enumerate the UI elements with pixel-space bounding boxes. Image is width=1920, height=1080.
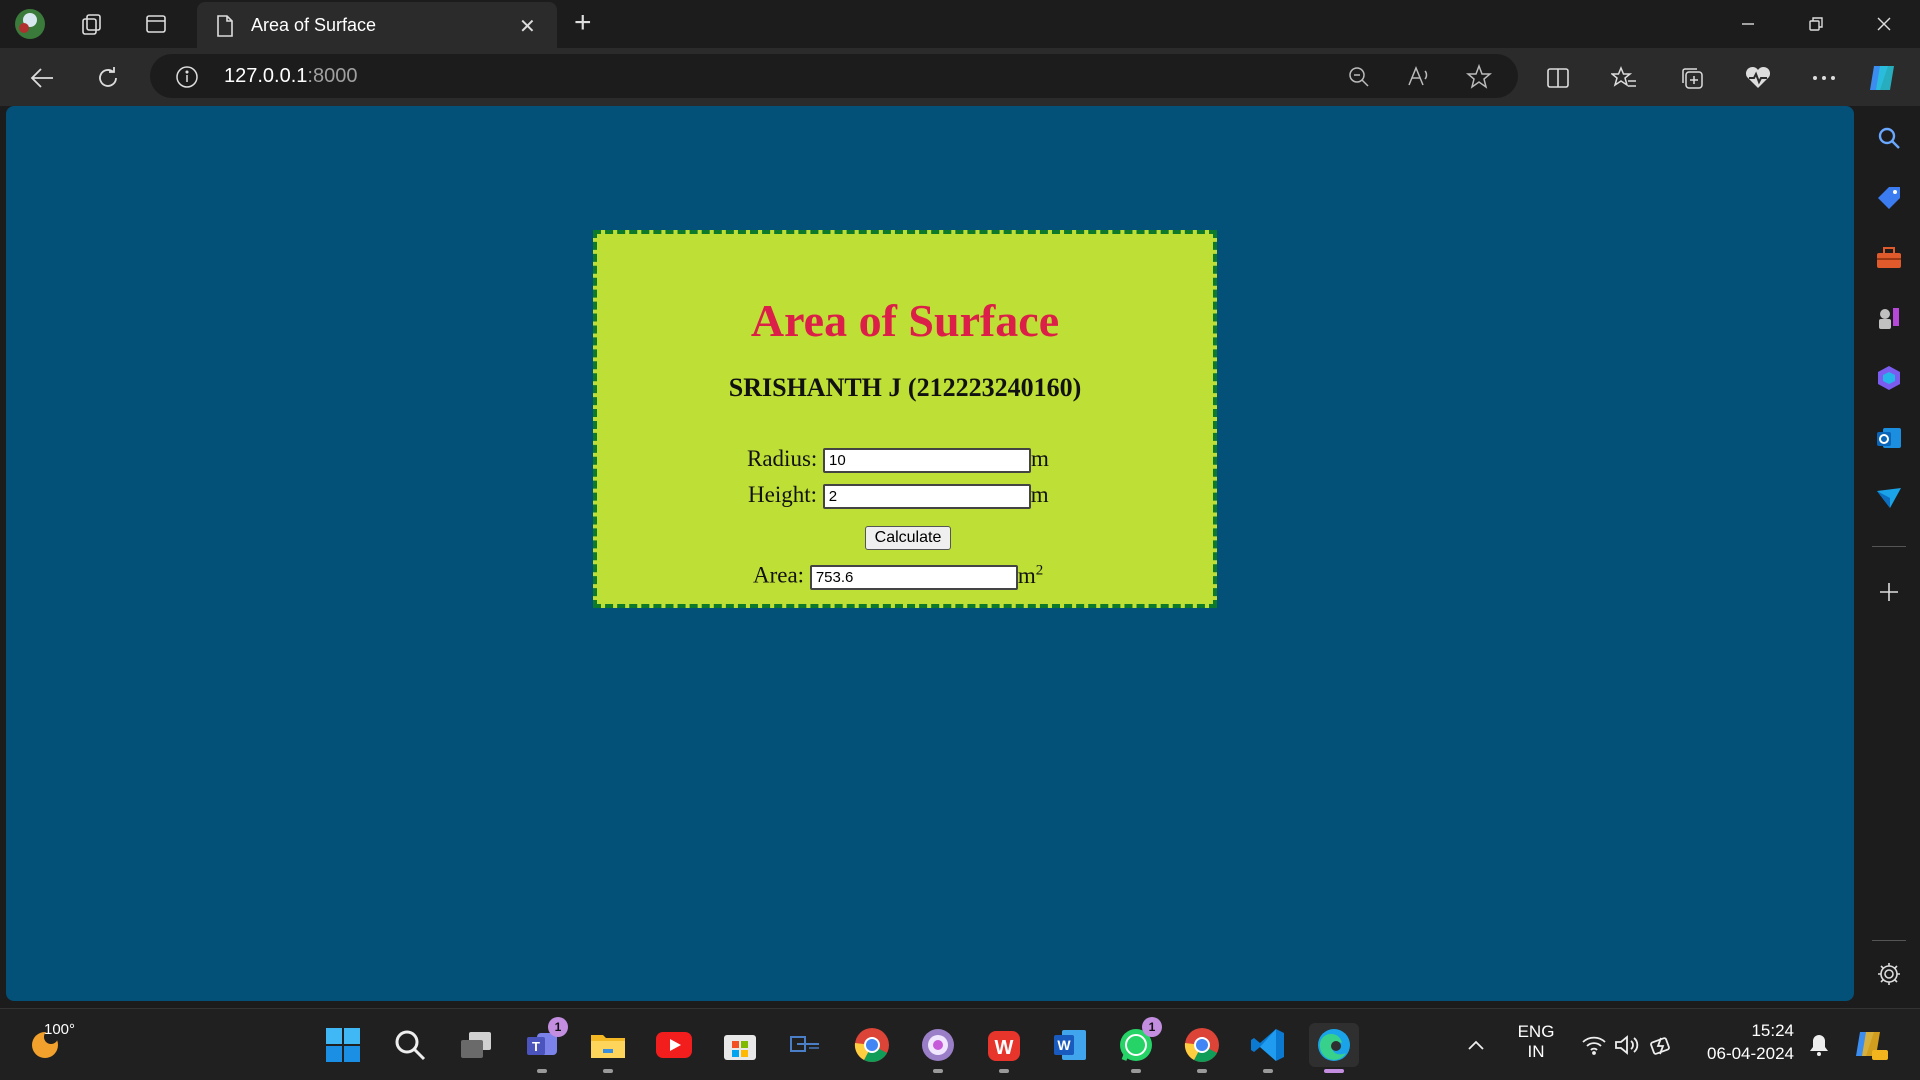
document-icon	[215, 14, 235, 43]
favorites-icon[interactable]	[1606, 60, 1642, 96]
split-screen-icon[interactable]	[1540, 60, 1576, 96]
copilot-icon[interactable]	[1866, 60, 1902, 96]
height-label: Height:	[748, 482, 817, 507]
chrome-icon[interactable]	[850, 1023, 894, 1067]
wps-office-icon[interactable]: W	[982, 1023, 1026, 1073]
zoom-out-icon[interactable]	[1346, 64, 1372, 90]
navigation-bar: 127.0.0.1:8000	[0, 48, 1920, 106]
remote-desktop-icon[interactable]	[784, 1023, 828, 1067]
area-unit: m2	[1017, 562, 1044, 588]
clock[interactable]: 15:24 06-04-2024	[1688, 1021, 1794, 1064]
running-indicator	[1197, 1069, 1207, 1073]
url-text[interactable]: 127.0.0.1:8000	[224, 65, 357, 88]
minimize-button[interactable]	[1718, 8, 1778, 40]
browser-essentials-icon[interactable]	[1740, 60, 1776, 96]
microsoft-store-icon[interactable]	[718, 1023, 762, 1067]
svg-text:W: W	[995, 1037, 1014, 1059]
running-indicator	[999, 1069, 1009, 1073]
area-row: Area: m2	[753, 562, 1043, 590]
running-indicator	[1131, 1069, 1141, 1073]
vertical-tabs-icon[interactable]	[140, 8, 172, 40]
teams-app-icon[interactable]: T 1	[520, 1017, 568, 1073]
sidebar-settings-gear-icon[interactable]	[1873, 958, 1905, 990]
notifications-bell-icon[interactable]	[1802, 1023, 1836, 1067]
radius-input[interactable]	[823, 448, 1032, 474]
show-hidden-icons-chevron-icon[interactable]	[1456, 1023, 1496, 1067]
close-tab-icon[interactable]: ✕	[519, 14, 536, 39]
taskbar-search-icon[interactable]	[388, 1023, 432, 1067]
radius-row: Radius: m	[747, 446, 1049, 474]
collections-icon[interactable]	[1674, 60, 1710, 96]
height-unit: m	[1030, 482, 1049, 507]
site-info-icon[interactable]	[174, 64, 200, 90]
svg-text:T: T	[532, 1039, 540, 1054]
outlook-icon[interactable]	[1873, 422, 1905, 454]
edge-browser-icon[interactable]	[1309, 1023, 1359, 1073]
chrome-profile-icon[interactable]	[1180, 1023, 1224, 1073]
restore-button[interactable]	[1786, 8, 1846, 40]
favorite-star-icon[interactable]	[1466, 64, 1492, 90]
copilot-taskbar-icon[interactable]	[1850, 1023, 1890, 1067]
file-explorer-icon[interactable]	[586, 1023, 630, 1073]
add-sidebar-app-icon[interactable]	[1873, 576, 1905, 608]
refresh-icon[interactable]	[90, 60, 126, 96]
send-drop-icon[interactable]	[1873, 482, 1905, 514]
tab-area-of-surface[interactable]: Area of Surface ✕	[197, 2, 557, 48]
browser-profile-app-icon[interactable]	[916, 1023, 960, 1073]
svg-text:W: W	[1057, 1037, 1071, 1053]
running-indicator	[1263, 1069, 1273, 1073]
more-options-icon[interactable]	[1806, 60, 1842, 96]
start-windows-icon[interactable]	[321, 1023, 365, 1067]
weather-temperature: 100°	[44, 1021, 76, 1038]
calculate-button[interactable]: Calculate	[865, 526, 951, 550]
height-row: Height: m	[748, 482, 1049, 510]
teams-notification-badge: 1	[548, 1017, 568, 1037]
battery-charging-icon[interactable]	[1644, 1023, 1680, 1067]
author-heading: SRISHANTH J (212223240160)	[728, 373, 1082, 402]
page-viewport: Area of Surface SRISHANTH J (21222324016…	[6, 106, 1854, 1001]
read-aloud-icon[interactable]	[1406, 64, 1432, 90]
area-output[interactable]	[809, 564, 1018, 590]
edge-sidebar	[1858, 106, 1920, 1007]
volume-icon[interactable]	[1610, 1023, 1646, 1067]
new-tab-button[interactable]: +	[574, 8, 592, 38]
height-input[interactable]	[822, 484, 1031, 510]
page-title: Area of Surface	[750, 295, 1060, 346]
running-indicator	[933, 1069, 943, 1073]
windows-taskbar: 100° T 1 W W 1 ENG IN 15:24 06-04-2024	[0, 1008, 1920, 1080]
task-view-icon[interactable]	[454, 1023, 498, 1067]
radius-unit: m	[1031, 446, 1049, 471]
vscode-icon[interactable]	[1246, 1023, 1290, 1073]
youtube-app-icon[interactable]	[652, 1023, 696, 1067]
active-window-indicator	[1324, 1069, 1344, 1073]
clock-date: 06-04-2024	[1707, 1044, 1794, 1063]
clock-time: 15:24	[1751, 1021, 1794, 1040]
word-app-icon[interactable]: W	[1048, 1023, 1092, 1067]
radius-label: Radius:	[747, 446, 818, 471]
sidebar-divider	[1872, 546, 1906, 547]
whatsapp-icon[interactable]: 1	[1114, 1017, 1162, 1073]
close-window-button[interactable]	[1854, 8, 1914, 40]
browser-title-bar: Area of Surface ✕ +	[0, 0, 1920, 48]
shopping-tag-icon[interactable]	[1873, 182, 1905, 214]
microsoft-365-icon[interactable]	[1873, 362, 1905, 394]
sidebar-divider	[1872, 940, 1906, 941]
tools-icon[interactable]	[1873, 242, 1905, 274]
back-arrow-icon[interactable]	[24, 60, 60, 96]
search-icon[interactable]	[1873, 122, 1905, 154]
tab-title: Area of Surface	[251, 15, 377, 35]
area-label: Area:	[753, 562, 805, 588]
address-bar[interactable]: 127.0.0.1:8000	[150, 54, 1518, 98]
profile-avatar-icon[interactable]	[14, 8, 46, 40]
games-icon[interactable]	[1873, 302, 1905, 334]
whatsapp-notification-badge: 1	[1142, 1017, 1162, 1037]
wifi-icon[interactable]	[1576, 1023, 1612, 1067]
language-indicator[interactable]: ENG IN	[1514, 1022, 1558, 1062]
calculator-card: Area of Surface SRISHANTH J (21222324016…	[593, 230, 1217, 608]
running-indicator	[603, 1069, 613, 1073]
workspaces-icon[interactable]	[76, 8, 108, 40]
running-indicator	[537, 1069, 547, 1073]
